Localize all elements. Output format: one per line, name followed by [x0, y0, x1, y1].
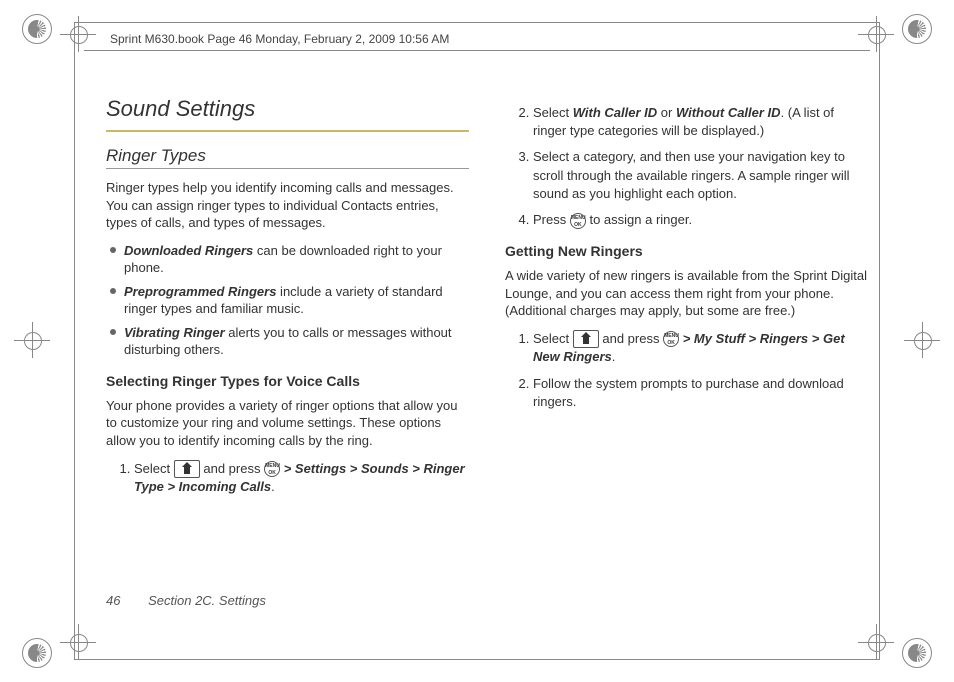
- home-key-icon: [573, 330, 599, 348]
- ringer-types-heading: Ringer Types: [106, 146, 469, 169]
- step-text: Select: [134, 461, 174, 476]
- term: Vibrating Ringer: [124, 325, 225, 340]
- step-text: and press: [203, 461, 264, 476]
- term: Preprogrammed Ringers: [124, 284, 276, 299]
- step-text: Press: [533, 212, 570, 227]
- step-text: Select a category, and then use your nav…: [533, 149, 850, 200]
- option: Without Caller ID: [676, 105, 781, 120]
- step-text: .: [612, 349, 616, 364]
- step-text: Select: [533, 331, 573, 346]
- list-item: Downloaded Ringers can be downloaded rig…: [106, 242, 469, 277]
- ringer-types-list: Downloaded Ringers can be downloaded rig…: [106, 242, 469, 359]
- term: Downloaded Ringers: [124, 243, 253, 258]
- step-1: Select and press MENUOK > My Stuff > Rin…: [533, 330, 868, 367]
- selecting-steps-left: Select and press MENUOK > Settings > Sou…: [106, 460, 469, 497]
- registration-mark-icon: [22, 330, 42, 350]
- page-body: Sound Settings Ringer Types Ringer types…: [106, 96, 868, 622]
- selecting-steps-right: Select With Caller ID or Without Caller …: [505, 104, 868, 229]
- step-text: Follow the system prompts to purchase an…: [533, 376, 844, 409]
- step-3: Select a category, and then use your nav…: [533, 148, 868, 203]
- registration-mark-icon: [912, 330, 932, 350]
- getting-steps: Select and press MENUOK > My Stuff > Rin…: [505, 330, 868, 411]
- step-2: Follow the system prompts to purchase an…: [533, 375, 868, 411]
- step-2: Select With Caller ID or Without Caller …: [533, 104, 868, 140]
- step-text: .: [271, 479, 275, 494]
- crop-mark-icon: [22, 638, 52, 668]
- crop-mark-icon: [902, 638, 932, 668]
- step-1: Select and press MENUOK > Settings > Sou…: [134, 460, 469, 497]
- step-text: or: [657, 105, 676, 120]
- home-key-icon: [174, 460, 200, 478]
- menu-key-icon: MENUOK: [264, 461, 280, 477]
- step-text: Select: [533, 105, 573, 120]
- document-header-info: Sprint M630.book Page 46 Monday, Februar…: [110, 32, 449, 46]
- step-4: Press MENUOK to assign a ringer.: [533, 211, 868, 229]
- crop-mark-icon: [902, 14, 932, 44]
- list-item: Preprogrammed Ringers include a variety …: [106, 283, 469, 318]
- ringer-types-intro: Ringer types help you identify incoming …: [106, 179, 469, 232]
- page-number: 46: [106, 593, 120, 608]
- footer-section: Section 2C. Settings: [148, 593, 266, 608]
- right-column: Select With Caller ID or Without Caller …: [505, 96, 868, 622]
- menu-key-icon: MENUOK: [663, 331, 679, 347]
- getting-heading: Getting New Ringers: [505, 243, 868, 259]
- section-title: Sound Settings: [106, 96, 469, 122]
- page-footer: 46 Section 2C. Settings: [106, 593, 266, 608]
- crop-mark-icon: [22, 14, 52, 44]
- list-item: Vibrating Ringer alerts you to calls or …: [106, 324, 469, 359]
- section-rule: [106, 130, 469, 132]
- left-column: Sound Settings Ringer Types Ringer types…: [106, 96, 469, 622]
- header-rule: [84, 50, 870, 51]
- getting-intro: A wide variety of new ringers is availab…: [505, 267, 868, 320]
- option: With Caller ID: [573, 105, 657, 120]
- menu-key-icon: MENUOK: [570, 213, 586, 229]
- step-text: and press: [602, 331, 663, 346]
- step-text: to assign a ringer.: [589, 212, 692, 227]
- selecting-heading: Selecting Ringer Types for Voice Calls: [106, 373, 469, 389]
- selecting-intro: Your phone provides a variety of ringer …: [106, 397, 469, 450]
